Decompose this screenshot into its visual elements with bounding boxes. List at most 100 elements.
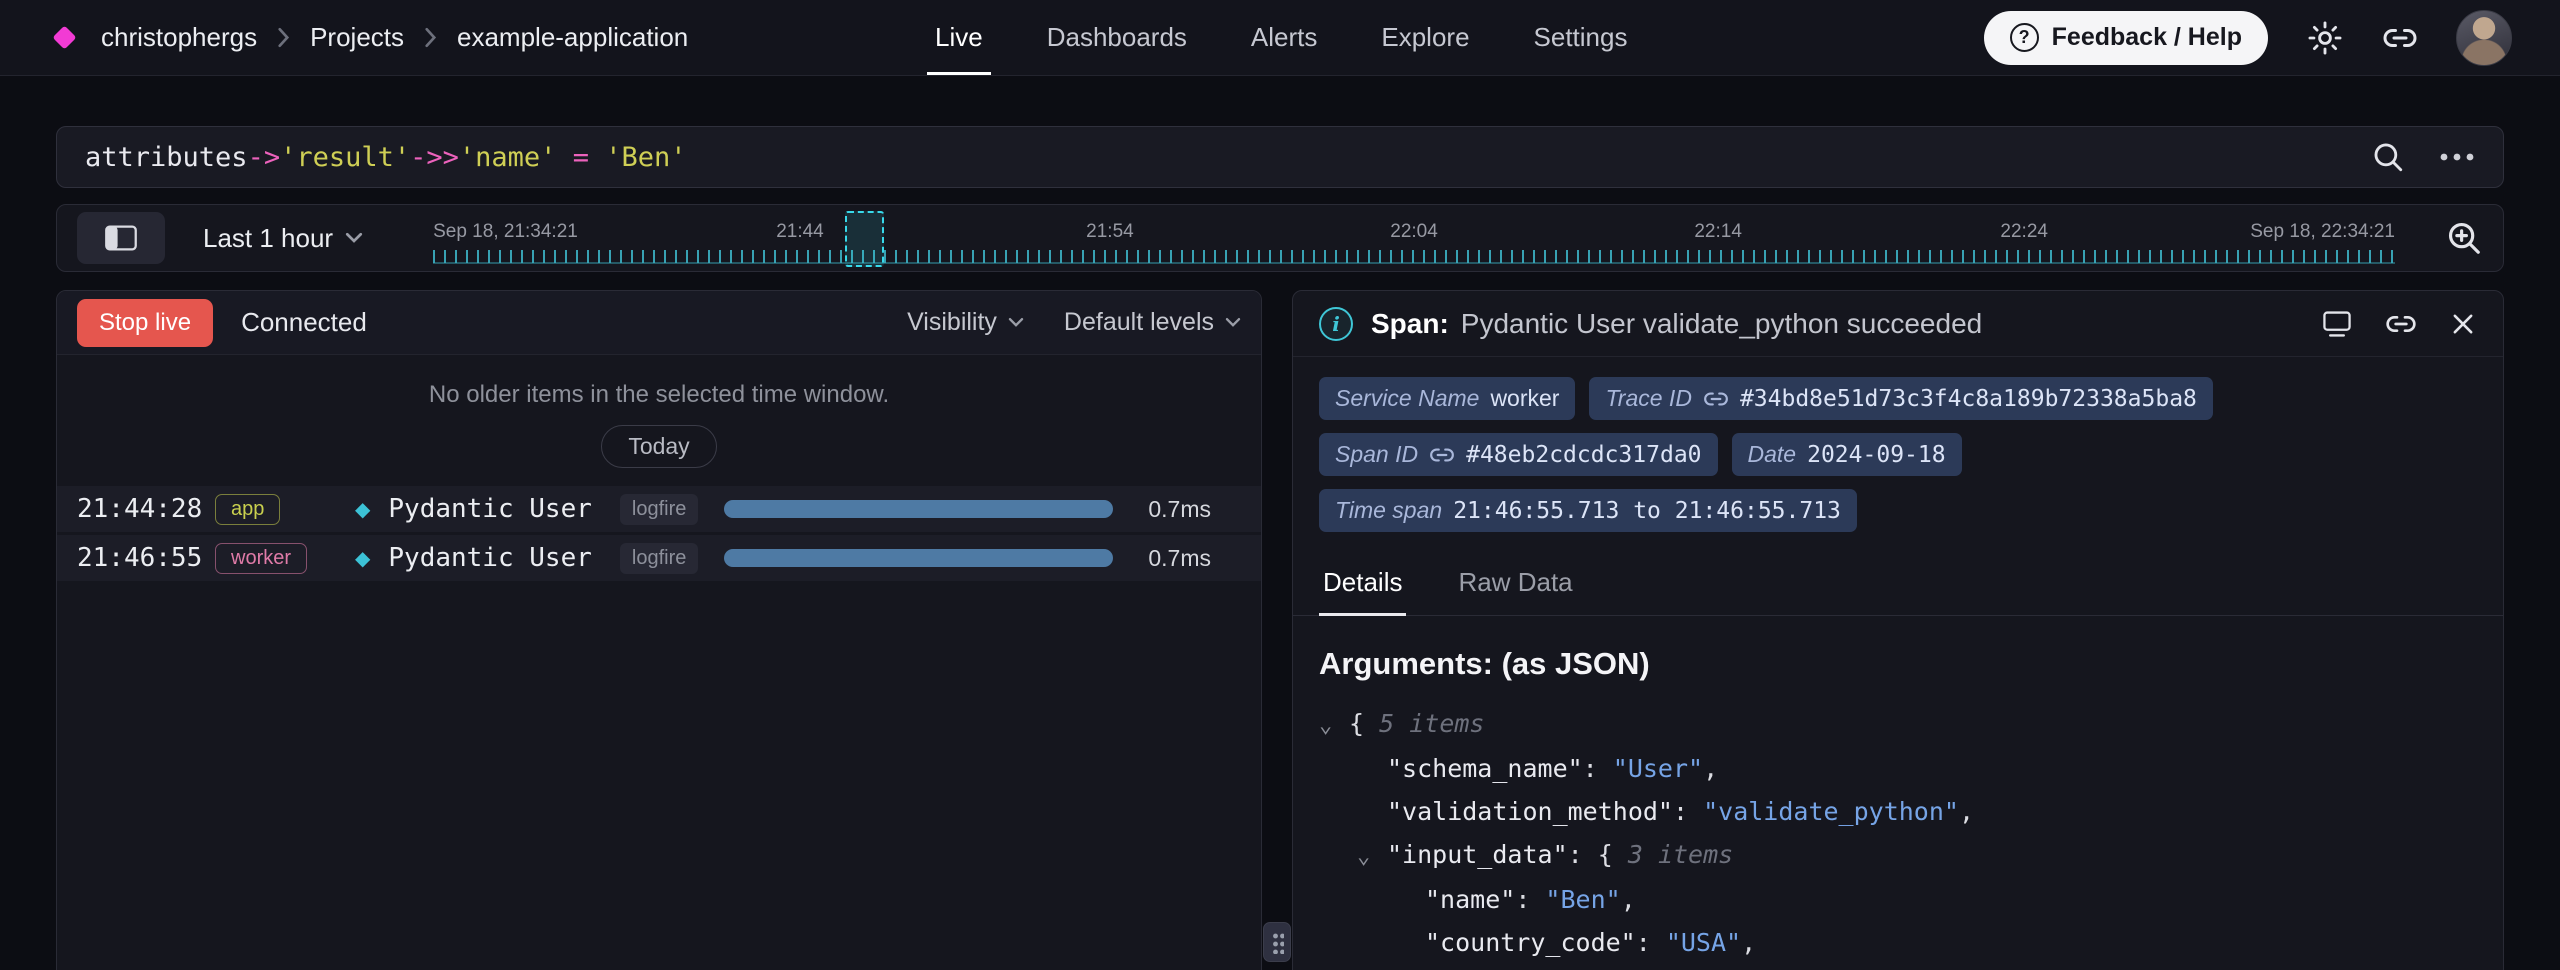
detail-tabs: Details Raw Data	[1293, 554, 2503, 616]
span-name: Pydantic User	[388, 494, 592, 524]
span-name: Pydantic User	[388, 543, 592, 573]
nav-item-explore[interactable]: Explore	[1381, 0, 1469, 75]
pill-link-button[interactable]	[1703, 386, 1729, 412]
json-line: "dob": "2000-02-02",	[1319, 964, 2477, 970]
time-range-select[interactable]: Last 1 hour	[203, 223, 363, 254]
tab-raw-data[interactable]: Raw Data	[1454, 554, 1576, 615]
env-badge-cell: worker	[215, 543, 355, 574]
tab-details[interactable]: Details	[1319, 554, 1406, 615]
user-avatar[interactable]	[2456, 10, 2512, 66]
nav-item-live[interactable]: Live	[935, 0, 983, 75]
attr-pill-service-name: Service Nameworker	[1319, 377, 1575, 420]
query-token: 'name'	[459, 142, 557, 173]
timeline-tick-label: 22:04	[1390, 221, 1438, 243]
logfire-logo-icon[interactable]	[52, 25, 76, 49]
pill-label: Trace ID	[1605, 385, 1691, 412]
query-token: attributes	[85, 142, 248, 173]
pill-link-button[interactable]	[1429, 442, 1455, 468]
timeline-ticks	[433, 250, 2395, 263]
copy-link-button[interactable]	[2385, 308, 2417, 340]
chevron-down-icon	[1225, 317, 1241, 328]
sidebar-toggle-button[interactable]	[77, 212, 165, 264]
query-token: ->>	[410, 142, 459, 173]
attr-pill-date: Date2024-09-18	[1732, 433, 1962, 476]
search-icon	[2371, 140, 2405, 174]
detail-content: Arguments: (as JSON) ⌄{ 5 items"schema_n…	[1293, 616, 2503, 970]
query-token: 'result'	[280, 142, 410, 173]
breadcrumb-item[interactable]: example-application	[457, 22, 688, 53]
json-line: "schema_name": "User",	[1319, 747, 2477, 790]
theme-toggle-button[interactable]	[2306, 19, 2344, 57]
chevron-right-icon	[424, 27, 437, 48]
panel-resize-handle[interactable]	[1263, 922, 1291, 962]
main-area: Stop live Connected Visibility Default l…	[56, 290, 2504, 970]
today-pill[interactable]: Today	[601, 425, 716, 468]
span-detail-panel: i Span: Pydantic User validate_python su…	[1292, 290, 2504, 970]
info-icon: i	[1319, 307, 1353, 341]
breadcrumb: christophergs Projects example-application	[101, 22, 688, 53]
nav-item-alerts[interactable]: Alerts	[1251, 0, 1317, 75]
pill-label: Span ID	[1335, 441, 1418, 468]
timeline-track[interactable]: Sep 18, 21:34:2121:4421:5422:0422:1422:2…	[433, 205, 2395, 271]
attr-pill-time-span: Time span21:46:55.713 to 21:46:55.713	[1319, 489, 1857, 532]
log-row[interactable]: 21:44:28app◆Pydantic Userlogfire0.7ms	[57, 486, 1261, 532]
query-actions	[2371, 140, 2475, 174]
search-button[interactable]	[2371, 140, 2405, 174]
feedback-help-button[interactable]: ? Feedback / Help	[1984, 11, 2268, 65]
breadcrumb-item[interactable]: Projects	[310, 22, 404, 53]
visibility-dropdown[interactable]: Visibility	[907, 308, 1024, 337]
timeline-selection[interactable]	[845, 211, 884, 267]
link-icon	[2382, 20, 2418, 56]
breadcrumb-item[interactable]: christophergs	[101, 22, 257, 53]
ellipsis-icon	[2439, 152, 2475, 162]
zoom-in-button[interactable]	[2445, 219, 2483, 257]
json-line: ⌄{ 5 items	[1319, 702, 2477, 747]
grip-dots-icon	[1271, 931, 1284, 954]
json-tree: ⌄{ 5 items"schema_name": "User","validat…	[1319, 702, 2477, 970]
span-detail-header: i Span: Pydantic User validate_python su…	[1293, 291, 2503, 357]
empty-window-message: No older items in the selected time wind…	[57, 381, 1261, 409]
stop-live-button[interactable]: Stop live	[77, 299, 213, 347]
duration-bar[interactable]	[724, 549, 1113, 567]
monitor-icon	[2321, 309, 2353, 339]
link-icon	[2385, 308, 2417, 340]
log-row[interactable]: 21:46:55worker◆Pydantic Userlogfire0.7ms	[57, 535, 1261, 581]
live-panel-header: Stop live Connected Visibility Default l…	[57, 291, 1261, 355]
query-bar[interactable]: attributes->'result'->>'name' = 'Ben'	[56, 126, 2504, 188]
span-title: Pydantic User validate_python succeeded	[1461, 308, 1982, 340]
pill-value: 21:46:55.713 to 21:46:55.713	[1453, 498, 1841, 524]
logfire-tag-badge: logfire	[620, 543, 698, 574]
feedback-help-label: Feedback / Help	[2052, 23, 2242, 52]
nav-item-dashboards[interactable]: Dashboards	[1047, 0, 1187, 75]
span-header-actions	[2321, 308, 2477, 340]
open-window-button[interactable]	[2321, 309, 2353, 339]
nav-item-settings[interactable]: Settings	[1534, 0, 1628, 75]
span-attribute-pills: Service Nameworker Trace ID #34bd8e51d73c3…	[1293, 357, 2503, 532]
link-icon	[1429, 442, 1455, 468]
span-diamond-icon: ◆	[355, 497, 370, 522]
empty-window-notice: No older items in the selected time wind…	[57, 355, 1261, 468]
duration-label: 0.7ms	[1139, 545, 1211, 572]
env-badge: worker	[215, 543, 307, 574]
duration-bar[interactable]	[724, 500, 1113, 518]
pill-value: 2024-09-18	[1807, 442, 1945, 468]
default-levels-dropdown[interactable]: Default levels	[1064, 308, 1241, 337]
collapse-caret-icon[interactable]: ⌄	[1357, 835, 1387, 878]
close-panel-button[interactable]	[2449, 310, 2477, 338]
chevron-down-icon	[1008, 317, 1024, 328]
log-timestamp: 21:46:55	[77, 543, 215, 573]
timeline-tick-label: 22:24	[2000, 221, 2048, 243]
attr-pill-trace-id[interactable]: Trace ID #34bd8e51d73c3f4c8a189b72338a5ba…	[1589, 377, 2212, 420]
pill-value: #34bd8e51d73c3f4c8a189b72338a5ba8	[1740, 386, 2197, 412]
duration-label: 0.7ms	[1139, 496, 1211, 523]
query-token: ->	[248, 142, 281, 173]
live-header-controls: Visibility Default levels	[907, 308, 1241, 337]
query-more-button[interactable]	[2439, 152, 2475, 162]
attr-pill-span-id[interactable]: Span ID#48eb2cdcdc317da0	[1319, 433, 1718, 476]
collapse-caret-icon[interactable]: ⌄	[1319, 704, 1349, 747]
timeline-tick-label: 21:44	[776, 221, 824, 243]
query-input[interactable]: attributes->'result'->>'name' = 'Ben'	[85, 142, 687, 173]
env-badge-cell: app	[215, 494, 355, 525]
share-link-button[interactable]	[2382, 20, 2418, 56]
timeline-tick-label: Sep 18, 21:34:21	[433, 221, 578, 243]
